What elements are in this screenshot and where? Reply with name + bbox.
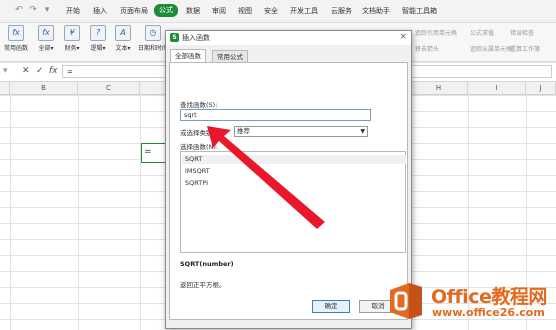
financial-icon: ¥ <box>64 25 80 41</box>
text-label: 文本 <box>115 45 128 52</box>
dialog-panel: 查找函数(S): sqrt 或选择类别(C): 推荐 ▼ 选择函数(N): SQ… <box>169 62 408 320</box>
wps-logo-icon: S <box>170 33 179 42</box>
logical-label: 逻辑 <box>90 45 103 52</box>
tab-developer[interactable]: 开发工具 <box>290 5 318 17</box>
error-check-button[interactable]: 错误检查 <box>510 28 534 37</box>
function-item-sqrt[interactable]: SQRT <box>182 155 406 164</box>
redo-icon[interactable]: ↷ <box>28 5 38 15</box>
search-input[interactable]: sqrt <box>180 109 371 121</box>
column-header-j[interactable]: J <box>526 82 556 94</box>
function-signature: SQRT(number) <box>180 260 234 268</box>
tab-home[interactable]: 开始 <box>66 5 80 17</box>
function-list-label: 选择函数(N): <box>180 143 219 151</box>
quick-access-dropdown-icon[interactable]: ▾ <box>42 5 52 15</box>
evaluate-formula-button[interactable]: 公式求值 <box>470 28 494 37</box>
date-time-button[interactable]: ◷ 日期和时间 <box>138 25 168 52</box>
tab-page-layout[interactable]: 页面布局 <box>120 5 148 17</box>
financial-label: 财务 <box>64 45 77 52</box>
common-functions-button[interactable]: fx 常用函数 <box>4 25 28 52</box>
date-time-label: 日期和时间 <box>138 45 169 52</box>
office-logo-icon <box>390 283 422 319</box>
column-header-b[interactable]: B <box>10 82 78 94</box>
trace-precedents-button[interactable]: 追踪引用单元格 <box>415 28 457 37</box>
text-icon: A <box>115 25 131 41</box>
text-button[interactable]: A 文本▾ <box>115 25 131 52</box>
column-header-i[interactable]: I <box>468 82 526 94</box>
chevron-down-icon: ▼ <box>360 128 365 135</box>
name-box-dropdown-icon[interactable]: ▾ <box>3 66 8 76</box>
confirm-edit-icon[interactable]: ✓ <box>36 66 44 76</box>
watermark-title: Office教程网 <box>431 286 547 308</box>
dialog-title-bar[interactable]: S 插入函数 × <box>166 31 411 45</box>
financial-button[interactable]: ¥ 财务▾ <box>64 25 80 52</box>
date-time-icon: ◷ <box>145 25 161 41</box>
column-header-c[interactable]: C <box>78 82 140 94</box>
tab-doc-assistant[interactable]: 文档助手 <box>362 5 390 17</box>
logical-icon: ? <box>90 25 106 41</box>
undo-icon[interactable]: ↶ <box>14 5 24 15</box>
column-header-h[interactable]: H <box>410 82 468 94</box>
search-label: 查找函数(S): <box>180 101 218 109</box>
all-functions-label: 全部 <box>38 45 51 52</box>
recalculate-button[interactable]: 重算工作簿 <box>510 44 540 53</box>
tab-view[interactable]: 视图 <box>238 5 252 17</box>
tab-all-functions[interactable]: 全部函数 <box>170 49 206 63</box>
common-functions-label: 常用函数 <box>4 45 29 52</box>
category-label: 或选择类别(C): <box>180 129 225 137</box>
remove-arrows-button[interactable]: 移去箭头 <box>415 44 439 53</box>
all-functions-button[interactable]: fx 全部▾ <box>38 25 54 52</box>
tab-smart-toolbox[interactable]: 智能工具箱 <box>402 5 437 17</box>
tab-security[interactable]: 安全 <box>264 5 278 17</box>
function-list[interactable]: SQRT IMSQRT SQRTPI <box>180 151 406 253</box>
tab-data[interactable]: 数据 <box>186 5 200 17</box>
watermark-url: www.office26.com <box>432 306 545 319</box>
tab-review[interactable]: 审阅 <box>212 5 226 17</box>
dialog-title: 插入函数 <box>182 34 210 42</box>
tab-cloud[interactable]: 云服务 <box>331 5 352 17</box>
menu-bar: ↶ ↷ ▾ 开始 插入 页面布局 公式 数据 审阅 视图 安全 开发工具 云服务… <box>0 0 556 23</box>
logical-button[interactable]: ? 逻辑▾ <box>90 25 106 52</box>
function-icon: fx <box>38 25 54 41</box>
trace-dependents-button[interactable]: 追踪从属单元格 <box>470 44 512 53</box>
function-item-imsqrt[interactable]: IMSQRT <box>185 167 210 176</box>
corner-cell[interactable] <box>0 82 10 94</box>
watermark-logo: Office教程网 www.office26.com <box>388 279 553 327</box>
function-icon: fx <box>8 25 24 41</box>
close-icon[interactable]: × <box>399 32 407 42</box>
insert-function-icon[interactable]: fx <box>49 66 58 76</box>
cancel-edit-icon[interactable]: ✕ <box>22 66 30 76</box>
category-value: 推荐 <box>237 127 250 135</box>
category-select[interactable]: 推荐 ▼ <box>234 126 368 137</box>
function-item-sqrtpi[interactable]: SQRTPI <box>185 179 208 188</box>
insert-function-dialog: S 插入函数 × 全部函数 常用公式 查找函数(S): sqrt 或选择类别(C… <box>165 30 412 329</box>
function-description: 返回正平方根。 <box>180 281 226 289</box>
ok-button[interactable]: 确定 <box>312 300 350 313</box>
tab-formulas[interactable]: 公式 <box>154 4 178 17</box>
tab-insert[interactable]: 插入 <box>93 5 107 17</box>
